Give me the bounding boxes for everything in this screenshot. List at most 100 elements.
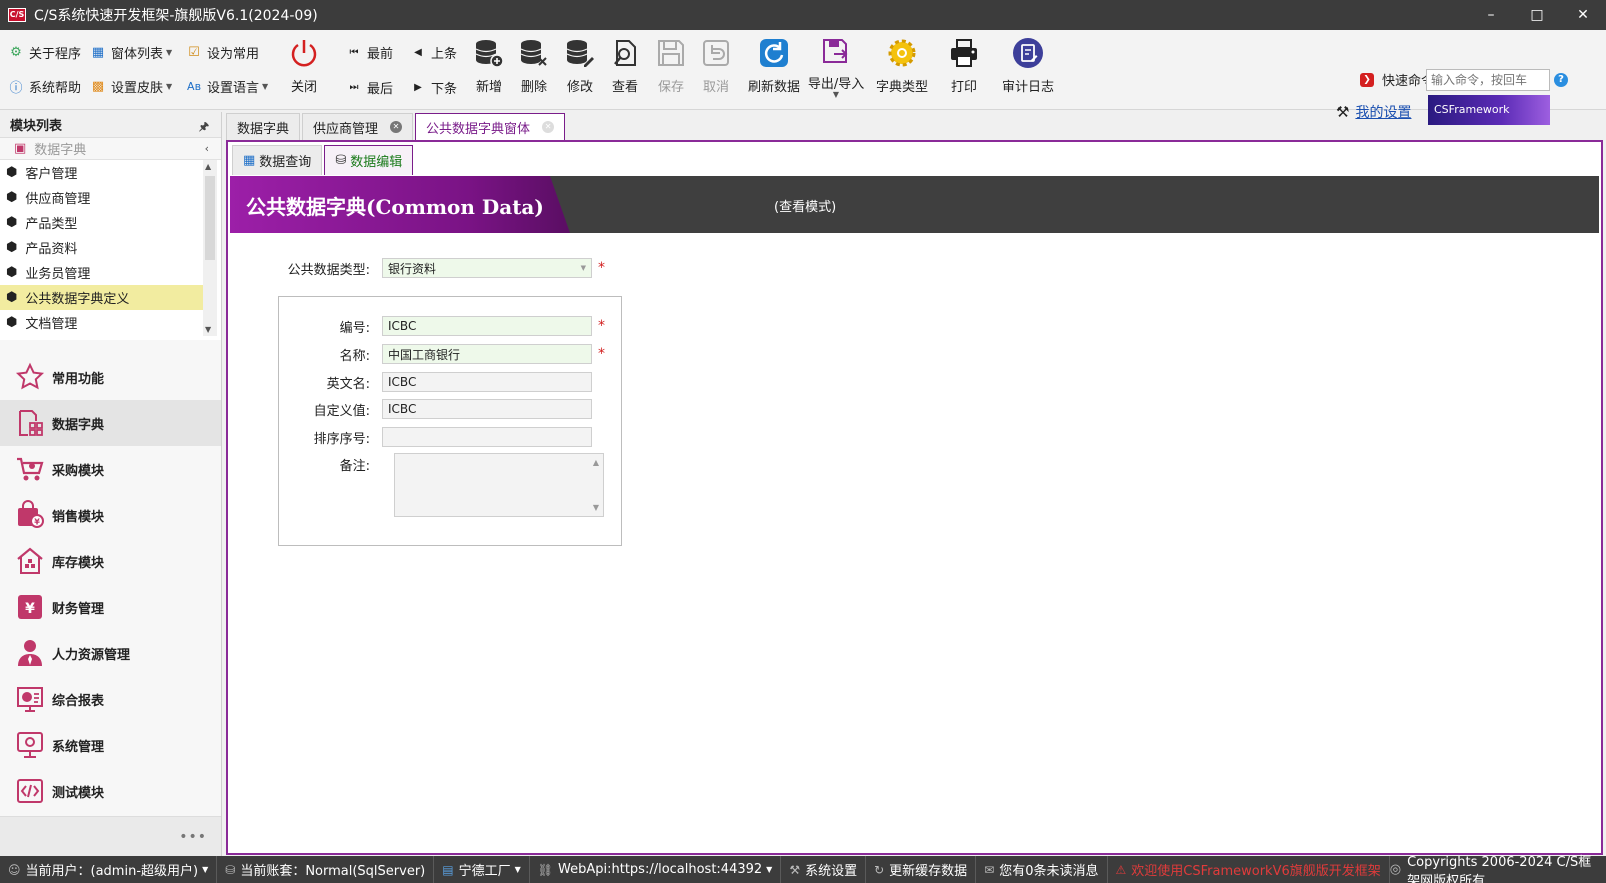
dict-type-button[interactable]: 字典类型: [874, 34, 930, 98]
set-skin-button[interactable]: ▩ 设置皮肤 ▼: [90, 76, 172, 96]
next-record-button[interactable]: ▶ 下条: [410, 77, 457, 97]
more-options-icon[interactable]: •••: [179, 829, 207, 845]
tab-common-data-dictionary[interactable]: 公共数据字典窗体 ✕: [415, 113, 566, 140]
cancel-button[interactable]: 取消: [688, 34, 744, 98]
list-item[interactable]: ⬢ 文档管理: [0, 310, 204, 335]
list-item[interactable]: ⬢ 业务员管理: [0, 260, 204, 285]
grid-icon: ▦: [243, 153, 256, 168]
status-system-settings[interactable]: ⚒ 系统设置: [781, 856, 867, 883]
code-field[interactable]: ICBC: [382, 316, 592, 336]
tab-data-edit[interactable]: ⛁ 数据编辑: [324, 145, 414, 175]
refresh-icon: [756, 34, 792, 72]
remark-textarea[interactable]: ▲ ▼: [394, 453, 604, 517]
refresh-button[interactable]: 刷新数据: [746, 34, 802, 98]
about-button[interactable]: ⚙ 关于程序: [8, 42, 81, 62]
scroll-up-icon[interactable]: ▲: [205, 162, 211, 171]
pin-icon[interactable]: 🖈︎: [199, 118, 209, 137]
data-type-label: 公共数据类型:: [287, 262, 370, 278]
module-group-header[interactable]: ▣ 数据字典 ‹: [0, 138, 221, 160]
form-mode: (查看模式): [774, 200, 837, 215]
close-tab-icon[interactable]: ✕: [390, 121, 403, 133]
database-edit-icon: [562, 34, 598, 72]
warehouse-icon: [14, 545, 46, 577]
warning-icon: ⚠: [1115, 862, 1127, 877]
window-list-button[interactable]: ▦ 窗体列表 ▼: [90, 42, 172, 62]
my-settings-link[interactable]: ⚒ 我的设置: [1336, 102, 1411, 122]
required-mark: *: [598, 260, 605, 276]
list-item[interactable]: ⬢ 供应商管理: [0, 185, 204, 210]
tools-icon: ⚒: [789, 862, 801, 877]
close-window-button[interactable]: ✕: [1560, 0, 1606, 30]
users-icon: ☺: [8, 862, 21, 877]
next-icon: ▶: [414, 81, 422, 93]
chevron-left-icon[interactable]: ‹: [205, 142, 209, 155]
language-icon: Aʙ: [187, 79, 201, 93]
close-button[interactable]: 关闭: [276, 34, 332, 98]
status-current-user[interactable]: ☺ 当前用户：(admin-超级用户) ▼: [0, 856, 218, 883]
last-record-button[interactable]: ⏭ 最后: [346, 77, 394, 97]
remark-label: 备注:: [339, 458, 370, 474]
list-item[interactable]: ⬢ 客户管理: [0, 160, 204, 185]
clipboard-check-icon: ☑: [188, 44, 200, 60]
chevron-down-icon: ▼: [580, 264, 586, 272]
nav-item-common[interactable]: 常用功能: [0, 354, 221, 400]
nav-item-data-dictionary[interactable]: 数据字典: [0, 400, 221, 446]
tab-data-dictionary[interactable]: 数据字典: [226, 113, 301, 140]
scroll-up-icon[interactable]: ▲: [593, 458, 599, 467]
list-item[interactable]: ⬢ 产品类型: [0, 210, 204, 235]
data-type-select[interactable]: 银行资料 ▼: [382, 258, 592, 278]
help-circle-icon[interactable]: ?: [1554, 73, 1568, 87]
maximize-button[interactable]: □: [1514, 0, 1560, 30]
form-body: 公共数据类型: 银行资料 ▼ * 编号: ICBC * 名称: 中国工商银行 *…: [230, 233, 1599, 851]
quick-command-input[interactable]: [1426, 69, 1550, 91]
name-field[interactable]: 中国工商银行: [382, 344, 592, 364]
nav-item-purchase[interactable]: 采购模块: [0, 446, 221, 492]
status-webapi[interactable]: ⛓ WebApi:https://localhost:44392 ▼: [530, 856, 782, 883]
status-bar: ☺ 当前用户：(admin-超级用户) ▼ ⛁ 当前账套：Normal(SqlS…: [0, 855, 1606, 883]
status-factory[interactable]: ▤ 宁德工厂 ▼: [434, 856, 530, 883]
prev-record-button[interactable]: ◀ 上条: [410, 42, 457, 62]
scroll-down-icon[interactable]: ▼: [593, 503, 599, 512]
system-help-button[interactable]: ⓘ 系统帮助: [8, 76, 81, 96]
close-tab-icon[interactable]: ✕: [542, 121, 555, 133]
mail-icon: ✉: [984, 862, 995, 877]
custom-value-field[interactable]: ICBC: [382, 399, 592, 419]
tab-supplier-management[interactable]: 供应商管理 ✕: [302, 113, 414, 140]
main-content-frame: ▦ 数据查询 ⛁ 数据编辑 公共数据字典(Common Data) (查看模式)…: [226, 140, 1603, 855]
nav-item-test[interactable]: 测试模块: [0, 768, 221, 814]
power-icon: [286, 34, 322, 72]
print-button[interactable]: 打印: [936, 34, 992, 98]
nav-item-sales[interactable]: ¥ 销售模块: [0, 492, 221, 538]
sort-order-label: 排序序号:: [313, 431, 370, 447]
status-current-account: ⛁ 当前账套：Normal(SqlServer): [217, 856, 435, 883]
code-row: 编号: ICBC *: [250, 315, 605, 337]
list-item[interactable]: ⬢ 产品资料: [0, 235, 204, 260]
set-language-button[interactable]: Aʙ 设置语言 ▼: [186, 76, 268, 96]
import-export-button[interactable]: 导出/导入 ▼: [808, 34, 864, 99]
scroll-down-icon[interactable]: ▼: [205, 325, 211, 334]
nav-item-system[interactable]: 系统管理: [0, 722, 221, 768]
tab-data-query[interactable]: ▦ 数据查询: [232, 145, 323, 175]
set-common-button[interactable]: ☑ 设为常用: [186, 42, 259, 62]
status-messages[interactable]: ✉ 您有0条未读消息: [976, 856, 1108, 883]
audit-log-button[interactable]: 审计日志: [1000, 34, 1056, 98]
english-name-field[interactable]: ICBC: [382, 372, 592, 392]
search-document-icon: [607, 34, 643, 72]
minimize-button[interactable]: –: [1468, 0, 1514, 30]
cube-icon: ⬢: [6, 315, 18, 330]
list-item-selected[interactable]: ⬢ 公共数据字典定义: [0, 285, 204, 310]
scrollbar-thumb[interactable]: [205, 176, 215, 260]
nav-item-finance[interactable]: ¥ 财务管理: [0, 584, 221, 630]
nav-item-inventory[interactable]: 库存模块: [0, 538, 221, 584]
nav-item-reports[interactable]: 综合报表: [0, 676, 221, 722]
first-record-button[interactable]: ⏮ 最前: [346, 42, 394, 62]
brand-banner: CSFramework: [1428, 95, 1550, 125]
english-name-row: 英文名: ICBC: [250, 371, 592, 393]
app-logo-icon: C/S: [8, 8, 26, 22]
first-icon: ⏮: [349, 46, 359, 58]
nav-item-hr[interactable]: 人力资源管理: [0, 630, 221, 676]
status-update-cache[interactable]: ↻ 更新缓存数据: [866, 856, 977, 883]
system-tools-icon: [14, 729, 46, 761]
module-list-scrollbar[interactable]: ▲ ▼: [203, 160, 217, 336]
sort-order-field[interactable]: [382, 427, 592, 447]
